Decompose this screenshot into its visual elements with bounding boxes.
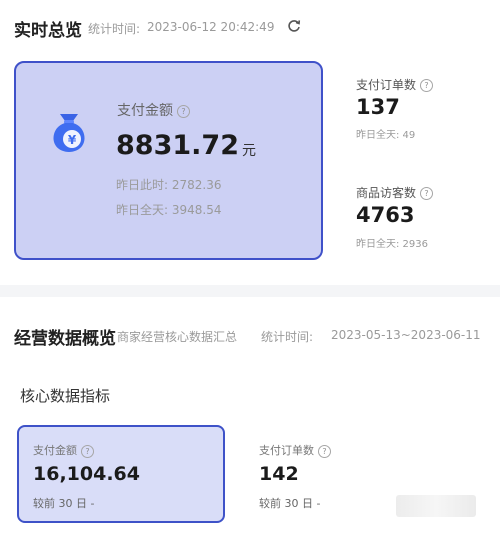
- visitor-count-label: 商品访客数?: [356, 184, 434, 201]
- realtime-stat-time-label: 统计时间:: [88, 22, 141, 36]
- realtime-stat-time: 2023-06-12 20:42:49: [147, 20, 275, 34]
- overview-stat-time-label: 统计时间:: [261, 330, 314, 344]
- core-payment-compare: 较前 30 日 -: [33, 497, 95, 510]
- core-payment-label: 支付金额?: [33, 442, 94, 458]
- visitor-count-sub: 昨日全天: 2936: [356, 239, 428, 250]
- blurred-watermark: [396, 495, 476, 517]
- yesterday-same-time: 昨日此时: 2782.36: [116, 178, 222, 192]
- overview-title: 经营数据概览: [14, 329, 116, 349]
- svg-text:¥: ¥: [68, 133, 77, 147]
- order-count-label: 支付订单数?: [356, 76, 434, 93]
- core-order-value: 142: [259, 463, 299, 485]
- question-circle-icon[interactable]: ?: [81, 444, 94, 458]
- question-circle-icon[interactable]: ?: [420, 187, 434, 200]
- payment-amount-label: 支付金额?: [117, 100, 190, 120]
- refresh-icon[interactable]: [286, 18, 302, 34]
- overview-date-range: 2023-05-13~2023-06-11: [331, 328, 481, 342]
- core-metrics-title: 核心数据指标: [20, 387, 111, 405]
- order-count-value: 137: [356, 95, 400, 119]
- money-bag-icon: ¥: [42, 104, 96, 158]
- question-circle-icon[interactable]: ?: [420, 79, 434, 92]
- order-count-sub: 昨日全天: 49: [356, 130, 416, 141]
- visitor-count-value: 4763: [356, 203, 415, 227]
- payment-amount-unit: 元: [242, 143, 256, 159]
- question-circle-icon[interactable]: ?: [177, 104, 190, 118]
- core-order-label: 支付订单数?: [259, 442, 331, 458]
- overview-description: 商家经营核心数据汇总: [117, 330, 238, 344]
- payment-amount-value: 8831.72: [116, 130, 239, 161]
- core-payment-value: 16,104.64: [33, 463, 140, 485]
- realtime-title: 实时总览: [14, 21, 82, 41]
- question-circle-icon[interactable]: ?: [318, 444, 331, 458]
- section-divider: [0, 285, 500, 297]
- core-order-compare: 较前 30 日 -: [259, 497, 321, 510]
- yesterday-all-day: 昨日全天: 3948.54: [116, 203, 222, 217]
